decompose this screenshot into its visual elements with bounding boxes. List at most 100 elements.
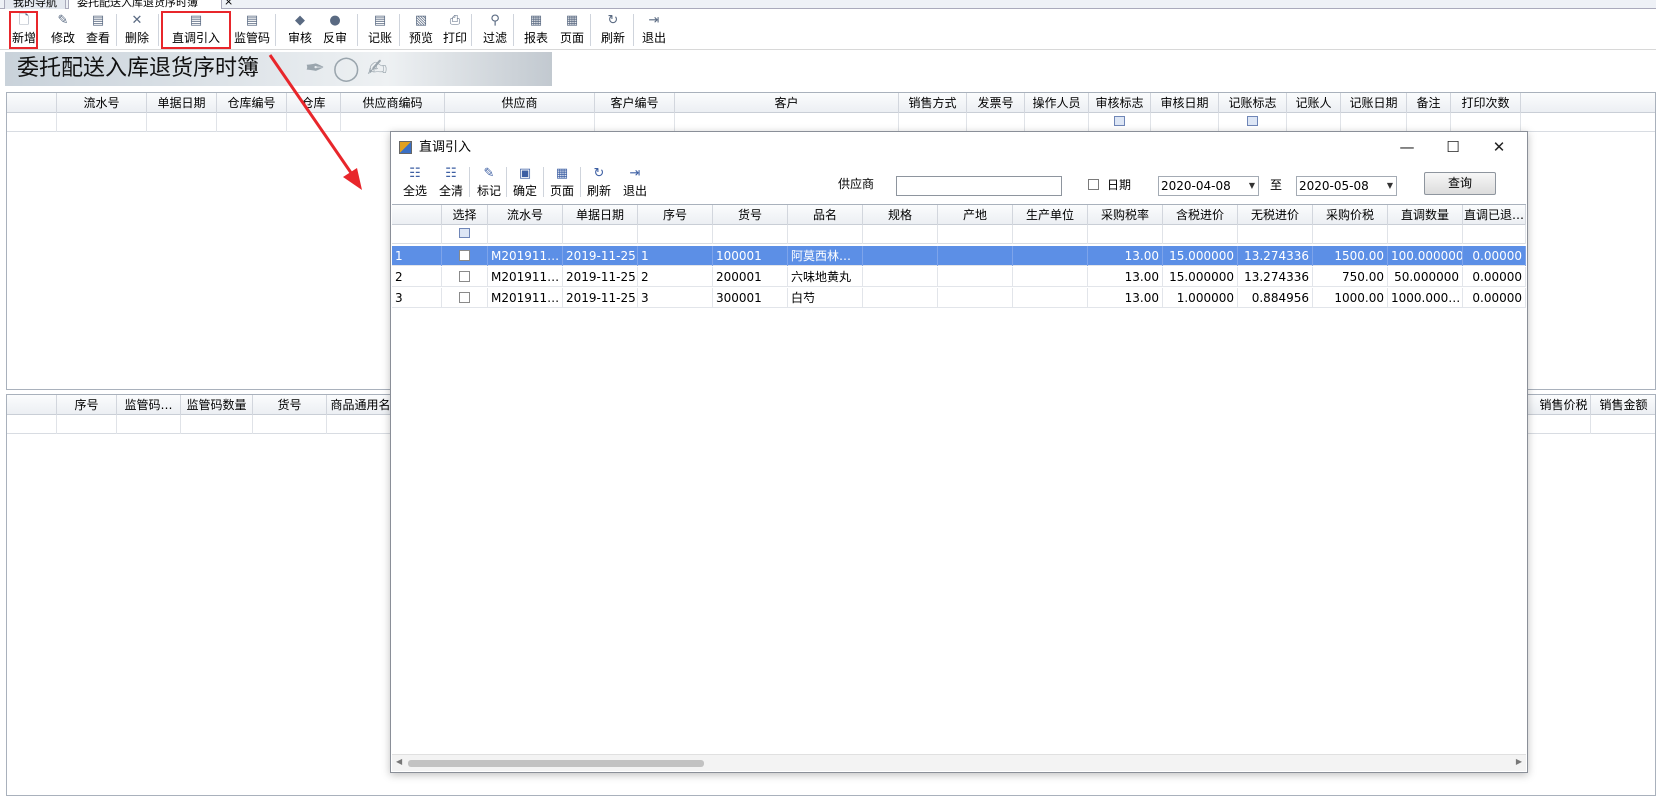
column-header[interactable]: 序号 (638, 205, 713, 225)
column-header[interactable]: 采购价税 (1313, 205, 1388, 225)
row-checkbox[interactable] (459, 292, 470, 303)
column-header[interactable]: 监管码… (117, 395, 181, 415)
filter-cell[interactable] (1341, 113, 1407, 132)
dialog-exit-button[interactable]: ⇥ 退出 (619, 166, 651, 202)
maximize-button[interactable]: ☐ (1430, 132, 1476, 163)
dialog-confirm-button[interactable]: ▣ 确定 (509, 166, 541, 202)
query-button[interactable]: 查询 (1424, 172, 1496, 195)
column-header[interactable]: 销售价税 (1537, 395, 1591, 415)
column-header[interactable] (7, 395, 57, 415)
column-header[interactable]: 客户 (675, 93, 899, 113)
filter-cell[interactable] (117, 415, 181, 434)
filter-cell[interactable] (287, 113, 341, 132)
tab-my-navigation[interactable]: 我的导航 (4, 0, 66, 9)
column-header[interactable]: 直调已退… (1463, 205, 1526, 225)
column-header[interactable] (7, 93, 57, 113)
filter-cell[interactable] (1407, 113, 1451, 132)
filter-cell[interactable] (1287, 113, 1341, 132)
dialog-clear-all-button[interactable]: ☷ 全清 (435, 166, 467, 202)
filter-cell[interactable] (1591, 415, 1655, 434)
column-header[interactable]: 仓库 (287, 93, 341, 113)
scroll-right-icon[interactable]: ▶ (1516, 757, 1522, 766)
grid-filter-row[interactable] (7, 113, 1655, 132)
close-button[interactable]: ✕ (1476, 132, 1522, 163)
filter-cell[interactable] (7, 113, 57, 132)
filter-button[interactable]: ⚲ 过滤 (478, 11, 512, 49)
filter-toggle-icon[interactable] (1114, 116, 1125, 126)
filter-cell[interactable] (488, 225, 563, 244)
filter-cell[interactable] (638, 225, 713, 244)
filter-cell[interactable] (1163, 225, 1238, 244)
column-header[interactable]: 单据日期 (563, 205, 638, 225)
filter-cell[interactable] (442, 225, 488, 244)
column-header[interactable]: 供应商编码 (341, 93, 445, 113)
column-header[interactable] (392, 205, 442, 225)
page-button[interactable]: ▦ 页面 (555, 11, 589, 49)
filter-cell[interactable] (938, 225, 1013, 244)
import-grid[interactable]: 选择 流水号 单据日期 序号 货号 品名 规格 产地 生产单位 采购税率 含税进价 无税进价 采购价税直… (392, 204, 1526, 754)
tab-close-icon[interactable]: × (224, 0, 233, 8)
filter-cell[interactable] (341, 113, 445, 132)
column-header[interactable]: 发票号 (967, 93, 1025, 113)
table-row[interactable]: 3 M201911… 2019-11-25 3 300001 白芍 13.00 1.00000… (392, 288, 1526, 308)
audit-button[interactable]: ◆ 审核 (283, 11, 317, 49)
filter-cell[interactable] (7, 415, 57, 434)
column-header[interactable]: 供应商 (445, 93, 595, 113)
column-header[interactable]: 流水号 (488, 205, 563, 225)
column-header[interactable]: 单据日期 (147, 93, 217, 113)
filter-cell[interactable] (595, 113, 675, 132)
column-header[interactable]: 审核标志 (1089, 93, 1151, 113)
refresh-button[interactable]: ↻ 刷新 (596, 11, 630, 49)
dialog-page-button[interactable]: ▦ 页面 (546, 166, 578, 202)
filter-cell[interactable] (967, 113, 1025, 132)
filter-cell[interactable] (1238, 225, 1313, 244)
column-header[interactable]: 流水号 (57, 93, 147, 113)
filter-cell[interactable] (1025, 113, 1089, 132)
column-header[interactable]: 记账日期 (1341, 93, 1407, 113)
edit-button[interactable]: ✎ 修改 (46, 11, 80, 49)
row-checkbox[interactable] (459, 271, 470, 282)
filter-cell[interactable] (1089, 113, 1151, 132)
column-header[interactable]: 操作人员 (1025, 93, 1089, 113)
column-header[interactable]: 产地 (938, 205, 1013, 225)
column-header[interactable]: 打印次数 (1451, 93, 1521, 113)
filter-toggle-icon[interactable] (1247, 116, 1258, 126)
date-to-picker[interactable]: 2020-05-08 ▼ (1296, 176, 1397, 196)
filter-cell[interactable] (899, 113, 967, 132)
column-header[interactable]: 销售方式 (899, 93, 967, 113)
column-header[interactable]: 选择 (442, 205, 488, 225)
filter-cell[interactable] (788, 225, 863, 244)
filter-cell[interactable] (217, 113, 287, 132)
filter-cell[interactable] (1463, 225, 1526, 244)
scroll-left-icon[interactable]: ◀ (396, 757, 402, 766)
filter-cell[interactable] (1388, 225, 1463, 244)
filter-toggle-icon[interactable] (459, 228, 470, 238)
column-header[interactable]: 直调数量 (1388, 205, 1463, 225)
horizontal-scrollbar[interactable]: ◀ ▶ (392, 754, 1526, 771)
dialog-select-all-button[interactable]: ☷ 全选 (399, 166, 431, 202)
scroll-thumb[interactable] (408, 760, 704, 767)
column-header[interactable]: 客户编号 (595, 93, 675, 113)
supervision-code-button[interactable]: ▤ 监管码 (232, 11, 272, 49)
filter-cell[interactable] (1013, 225, 1088, 244)
column-header[interactable]: 销售金额 (1591, 395, 1655, 415)
filter-cell[interactable] (1088, 225, 1163, 244)
column-header[interactable]: 审核日期 (1151, 93, 1219, 113)
column-header[interactable]: 采购税率 (1088, 205, 1163, 225)
column-header[interactable]: 记账人 (1287, 93, 1341, 113)
filter-cell[interactable] (147, 113, 217, 132)
unaudit-button[interactable]: ● 反审 (318, 11, 352, 49)
supplier-input[interactable] (896, 176, 1062, 196)
column-header[interactable]: 记账标志 (1219, 93, 1287, 113)
table-row[interactable]: 1 M201911… 2019-11-25 1 100001 阿莫西林… 13.00 15.0… (392, 246, 1526, 266)
tab-return-journal[interactable]: 委托配送入库退货序时簿 (68, 0, 222, 9)
column-header[interactable]: 监管码数量 (181, 395, 253, 415)
filter-cell[interactable] (1151, 113, 1219, 132)
column-header[interactable]: 品名 (788, 205, 863, 225)
column-header[interactable]: 生产单位 (1013, 205, 1088, 225)
post-button[interactable]: ▤ 记账 (363, 11, 397, 49)
delete-button[interactable]: ✕ 删除 (120, 11, 154, 49)
date-checkbox[interactable] (1088, 179, 1099, 190)
preview-button[interactable]: ▧ 预览 (404, 11, 438, 49)
filter-cell[interactable] (713, 225, 788, 244)
